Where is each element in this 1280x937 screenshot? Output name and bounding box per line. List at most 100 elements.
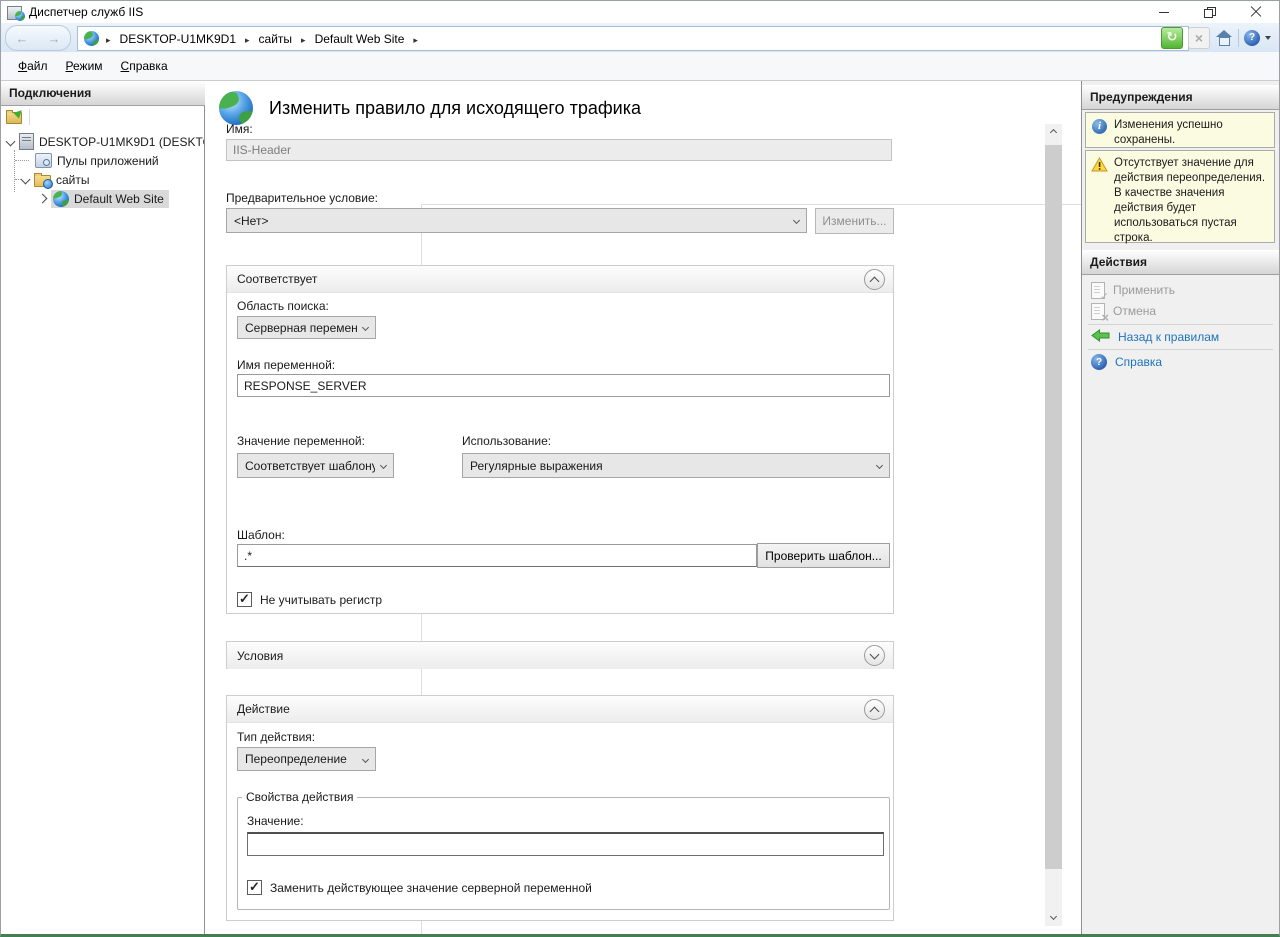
action-type-select[interactable]: Переопределение [237, 747, 376, 771]
help-icon[interactable] [1244, 30, 1260, 46]
refresh-icon[interactable] [1161, 27, 1183, 49]
connections-toolbar [1, 105, 204, 129]
scrollbar-thumb[interactable] [1045, 145, 1062, 869]
connections-tree: DESKTOP-U1MK9D1 (DESKTOP Пулы приложений… [1, 132, 204, 934]
selected-tree-item: Default Web Site [51, 190, 169, 208]
new-connection-icon[interactable] [6, 110, 23, 124]
connections-header: Подключения [1, 81, 220, 106]
back-to-rules-action[interactable]: Назад к правилам [1091, 327, 1219, 347]
chevron-down-icon[interactable] [1265, 36, 1271, 40]
alert-warning: Отсутствует значение для действия переоп… [1085, 150, 1275, 243]
alert-text: Отсутствует значение для действия переоп… [1114, 157, 1265, 244]
action-section-header[interactable]: Действие [227, 696, 893, 723]
chevron-down-icon [362, 324, 369, 331]
tree-item-sites[interactable]: сайты [1, 170, 204, 189]
chevron-down-icon [876, 462, 883, 469]
app-pools-icon [35, 153, 52, 168]
divider [1088, 324, 1273, 325]
name-input [226, 139, 892, 161]
tree-item-default-web-site[interactable]: Default Web Site [1, 189, 204, 208]
tree-item-label: Default Web Site [74, 192, 164, 206]
help-action[interactable]: Справка [1091, 352, 1162, 372]
navigation-buttons: ← → [5, 25, 71, 51]
breadcrumb-separator-icon [245, 32, 250, 46]
iis-manager-window: Диспетчер служб IIS ← → DESKTOP-U1MK9D1 … [0, 0, 1280, 937]
menu-help[interactable]: Справка [112, 56, 177, 76]
alert-info: Изменения успешно сохранены. [1085, 112, 1275, 148]
action-type-label: Тип действия: [237, 730, 315, 744]
pattern-label: Шаблон: [237, 528, 285, 542]
tree-item-label: Пулы приложений [57, 154, 159, 168]
replace-value-label: Заменить действующее значение серверной … [270, 881, 592, 895]
form-scrollbar[interactable] [1045, 124, 1062, 926]
match-section-header[interactable]: Соответствует [227, 266, 893, 293]
cancel-icon [1091, 303, 1105, 320]
warning-icon [1091, 157, 1108, 177]
restore-icon [1204, 7, 1216, 18]
title-bar: Диспетчер служб IIS [1, 1, 1279, 23]
replace-value-checkbox[interactable] [247, 880, 262, 895]
globe-icon [53, 191, 69, 207]
scope-label: Область поиска: [237, 299, 329, 313]
minimize-button[interactable] [1141, 1, 1187, 23]
variable-name-input[interactable] [237, 374, 890, 397]
conditions-section: Условия [226, 641, 894, 669]
alert-text: Изменения успешно сохранены. [1114, 119, 1223, 146]
apply-action: Применить [1091, 280, 1175, 300]
page-title: Изменить правило для исходящего трафика [269, 98, 641, 119]
menu-view[interactable]: Режим [57, 56, 112, 76]
variable-name-label: Имя переменной: [237, 358, 335, 372]
breadcrumb-item-server[interactable]: DESKTOP-U1MK9D1 [118, 31, 238, 47]
ignore-case-checkbox[interactable] [237, 592, 252, 607]
back-arrow-icon[interactable]: ← [16, 32, 29, 45]
chevron-up-icon [870, 706, 880, 716]
collapse-button[interactable] [864, 269, 885, 290]
name-label: Имя: [226, 122, 253, 136]
restore-button[interactable] [1187, 1, 1233, 23]
chevron-down-icon [362, 755, 369, 762]
tree-item-server[interactable]: DESKTOP-U1MK9D1 (DESKTOP [1, 132, 204, 151]
scroll-up-button[interactable] [1045, 124, 1062, 141]
home-icon[interactable] [1215, 30, 1233, 46]
breadcrumb-separator-icon [106, 32, 111, 46]
address-bar: ← → DESKTOP-U1MK9D1 сайты Default Web Si… [1, 23, 1279, 53]
chevron-down-icon[interactable] [21, 175, 31, 185]
apply-icon [1091, 282, 1105, 299]
menu-file[interactable]: Файл [9, 56, 57, 76]
pattern-input[interactable] [237, 544, 757, 567]
breadcrumb-item-sites[interactable]: сайты [257, 31, 295, 47]
replace-value-checkbox-row: Заменить действующее значение серверной … [247, 880, 592, 895]
globe-icon [219, 91, 253, 125]
expand-button[interactable] [864, 645, 885, 666]
actions-panel: Предупреждения Изменения успешно сохране… [1081, 81, 1279, 934]
ignore-case-checkbox-row: Не учитывать регистр [237, 592, 382, 607]
chevron-down-icon[interactable] [6, 137, 16, 147]
collapse-button[interactable] [864, 699, 885, 720]
using-select[interactable]: Регулярные выражения [462, 453, 890, 478]
forward-arrow-icon[interactable]: → [48, 32, 61, 45]
precondition-select[interactable]: <Нет> [226, 208, 807, 233]
action-value-input[interactable] [247, 832, 884, 856]
cancel-action: Отмена [1091, 301, 1156, 321]
chevron-down-icon [1050, 912, 1057, 919]
chevron-right-icon[interactable] [38, 194, 48, 204]
chevron-up-icon [870, 276, 880, 286]
test-pattern-button[interactable]: Проверить шаблон... [757, 543, 890, 568]
tree-item-label: сайты [56, 173, 90, 187]
stop-icon [1188, 27, 1210, 49]
window-title: Диспетчер служб IIS [29, 5, 143, 19]
scroll-down-button[interactable] [1045, 909, 1062, 926]
breadcrumb-item-site[interactable]: Default Web Site [313, 31, 407, 47]
scope-select[interactable]: Серверная переменн [237, 316, 376, 339]
tree-item-label: DESKTOP-U1MK9D1 (DESKTOP [39, 135, 204, 149]
menu-bar: Файл Режим Справка [1, 52, 1279, 81]
divider [1088, 349, 1273, 350]
connections-panel: Подключения DESKTOP-U1MK9D1 (DESKTOP Пул… [1, 81, 205, 934]
tree-item-app-pools[interactable]: Пулы приложений [1, 151, 204, 170]
breadcrumb[interactable]: DESKTOP-U1MK9D1 сайты Default Web Site [77, 26, 1189, 51]
conditions-section-header[interactable]: Условия [227, 642, 893, 669]
globe-icon [84, 31, 99, 46]
action-section: Действие Тип действия: Переопределение С… [226, 695, 894, 921]
close-button[interactable] [1233, 1, 1279, 23]
match-type-select[interactable]: Соответствует шаблону [237, 453, 394, 478]
